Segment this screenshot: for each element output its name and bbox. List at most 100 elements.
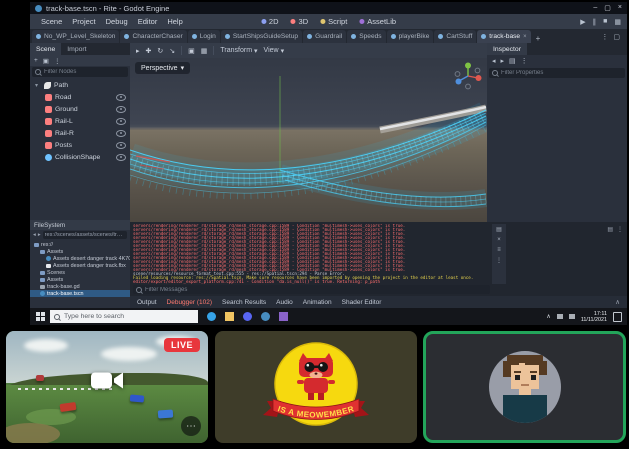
speaking-member-tile[interactable] [423, 331, 626, 443]
stream-preview-tile[interactable]: LIVE ⋯ [6, 331, 208, 443]
log-options-icon[interactable]: ⋮ [496, 257, 502, 264]
godot-app-icon[interactable] [261, 312, 270, 321]
rotate-tool-icon[interactable]: ↻ [157, 47, 163, 55]
filter-nodes-box[interactable] [32, 67, 128, 77]
scene-tab[interactable]: Speeds [347, 30, 386, 43]
copy-log-icon[interactable]: ▤ [496, 226, 502, 233]
pane-copy-icon[interactable]: ▤ [607, 226, 613, 233]
axis-gizmo[interactable] [453, 61, 483, 91]
filesystem-item[interactable]: Assets [30, 276, 130, 283]
network-icon[interactable] [556, 314, 563, 319]
scale-tool-icon[interactable]: ↘ [169, 47, 175, 55]
expand-panel-icon[interactable]: ∧ [615, 298, 620, 306]
tray-expand-icon[interactable]: ∧ [546, 313, 550, 320]
pane-menu-icon[interactable]: ⋮ [617, 226, 623, 233]
scene-tab[interactable]: Guardrail [303, 30, 347, 43]
3d-viewport[interactable]: Perspective ▾ [130, 58, 487, 222]
tree-node[interactable]: Ground [30, 103, 130, 115]
titlebar[interactable]: track-base.tscn - Rite - Godot Engine – … [30, 2, 627, 14]
filesystem-current-path[interactable]: res://scenes/assets/scenes/track-base.ts… [42, 231, 127, 239]
collapse-log-icon[interactable]: ≡ [497, 247, 501, 253]
filesystem-item[interactable]: track-base.gd [30, 283, 130, 290]
play-button[interactable]: ▶ [580, 18, 585, 26]
menu-help[interactable]: Help [162, 17, 187, 26]
filter-properties-box[interactable] [489, 68, 625, 78]
debugger-button[interactable]: Debugger (102) [167, 299, 213, 306]
filesystem-item[interactable]: Assets desert danger track.fbx [30, 262, 130, 269]
pause-button[interactable]: ∥ [593, 18, 597, 26]
app-icon[interactable] [279, 312, 288, 321]
distraction-free-icon[interactable]: ▢ [613, 33, 620, 41]
search-results-button[interactable]: Search Results [222, 299, 266, 306]
shader-editor-button[interactable]: Shader Editor [342, 299, 382, 306]
tab-close-icon[interactable]: × [523, 34, 527, 40]
tab-import[interactable]: Import [61, 43, 92, 55]
grid-view-icon[interactable]: ▦ [614, 18, 621, 26]
tab-inspector[interactable]: Inspector [487, 43, 527, 55]
menu-scene[interactable]: Scene [36, 17, 67, 26]
minimize-button[interactable]: – [593, 4, 597, 12]
visibility-eye-icon[interactable] [116, 141, 126, 149]
menu-project[interactable]: Project [67, 17, 100, 26]
history-back-icon[interactable]: ◂ [492, 57, 496, 65]
edge-icon[interactable] [207, 312, 216, 321]
workspace-3d[interactable]: 3D [290, 17, 308, 26]
view-menu[interactable]: View ▾ [264, 47, 285, 55]
menu-debug[interactable]: Debug [101, 17, 133, 26]
transform-menu[interactable]: Transform ▾ [220, 47, 257, 55]
tab-list-icon[interactable]: ⋮ [601, 33, 608, 41]
maximize-button[interactable]: ▢ [604, 4, 611, 12]
action-center-icon[interactable] [613, 311, 622, 322]
taskbar-clock[interactable]: 17:11 11/11/2021 [581, 311, 607, 323]
scene-tab[interactable]: StartShipsGuideSetup [220, 30, 303, 43]
close-button[interactable]: × [618, 4, 622, 12]
tree-node[interactable]: CollisionShape [30, 151, 130, 163]
volume-icon[interactable] [568, 314, 575, 319]
output-button[interactable]: Output [137, 299, 157, 306]
visibility-eye-icon[interactable] [116, 93, 126, 101]
tree-node[interactable]: ▾ Path [30, 79, 130, 91]
select-tool-icon[interactable]: ▸ [136, 47, 140, 55]
new-resource-icon[interactable]: ▤ [509, 57, 516, 65]
tab-scene[interactable]: Scene [30, 43, 62, 55]
stop-button[interactable]: ■ [603, 18, 607, 25]
tree-node[interactable]: Road [30, 91, 130, 103]
filter-properties-input[interactable] [501, 70, 622, 76]
add-scene-tab-button[interactable]: + [532, 34, 545, 43]
tree-node[interactable]: Rail-L [30, 115, 130, 127]
filter-nodes-input[interactable] [44, 69, 125, 75]
visibility-eye-icon[interactable] [116, 117, 126, 125]
perspective-menu[interactable]: Perspective ▾ [135, 62, 191, 74]
filter-messages-input[interactable] [145, 286, 487, 293]
filter-messages-box[interactable] [133, 285, 490, 294]
clear-log-icon[interactable]: × [497, 237, 501, 243]
tree-node[interactable]: Posts [30, 139, 130, 151]
forward-icon[interactable]: ▸ [38, 232, 41, 238]
animation-button[interactable]: Animation [303, 299, 332, 306]
filesystem-dock-header[interactable]: FileSystem [30, 220, 130, 230]
instance-scene-icon[interactable]: ▣ [43, 57, 49, 65]
filesystem-item[interactable]: Assets desert danger track 4K70 [30, 255, 130, 262]
tile-more-button[interactable]: ⋯ [181, 416, 201, 436]
filesystem-item-selected[interactable]: track-base.tscn [30, 290, 130, 297]
audio-button[interactable]: Audio [276, 299, 293, 306]
add-node-button[interactable]: + [34, 57, 38, 64]
visibility-eye-icon[interactable] [116, 129, 126, 137]
expand-arrow-icon[interactable]: ▾ [35, 82, 41, 89]
visibility-eye-icon[interactable] [116, 153, 126, 161]
menu-editor[interactable]: Editor [133, 17, 163, 26]
scene-tab[interactable]: Login [187, 30, 220, 43]
workspace-script[interactable]: Script [320, 17, 347, 26]
filesystem-item[interactable]: Scenes [30, 269, 130, 276]
lock-tool-icon[interactable]: ▣ [188, 47, 195, 55]
inspector-menu-icon[interactable]: ⋮ [521, 57, 528, 65]
filesystem-item[interactable]: res:// [30, 241, 130, 248]
scene-tab-active[interactable]: track-base × [477, 30, 531, 43]
scene-tab[interactable]: CharacterChaser [120, 30, 187, 43]
history-forward-icon[interactable]: ▸ [501, 57, 505, 65]
file-explorer-icon[interactable] [225, 312, 234, 321]
scene-tab[interactable]: playerBike [386, 30, 434, 43]
group-tool-icon[interactable]: ▦ [201, 47, 208, 55]
tree-node[interactable]: Rail-R [30, 127, 130, 139]
start-button[interactable] [30, 308, 50, 325]
